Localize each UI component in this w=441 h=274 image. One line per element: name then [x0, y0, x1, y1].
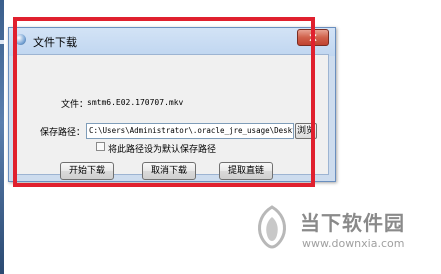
- desktop-edge-marker: [0, 40, 4, 44]
- watermark-url: www.downxia.com: [302, 237, 405, 250]
- watermark-brand: 当下软件园: [300, 211, 405, 235]
- downxia-logo-icon: [258, 205, 286, 249]
- desktop-edge: [0, 0, 4, 274]
- highlight-annotation-frame: [13, 17, 315, 187]
